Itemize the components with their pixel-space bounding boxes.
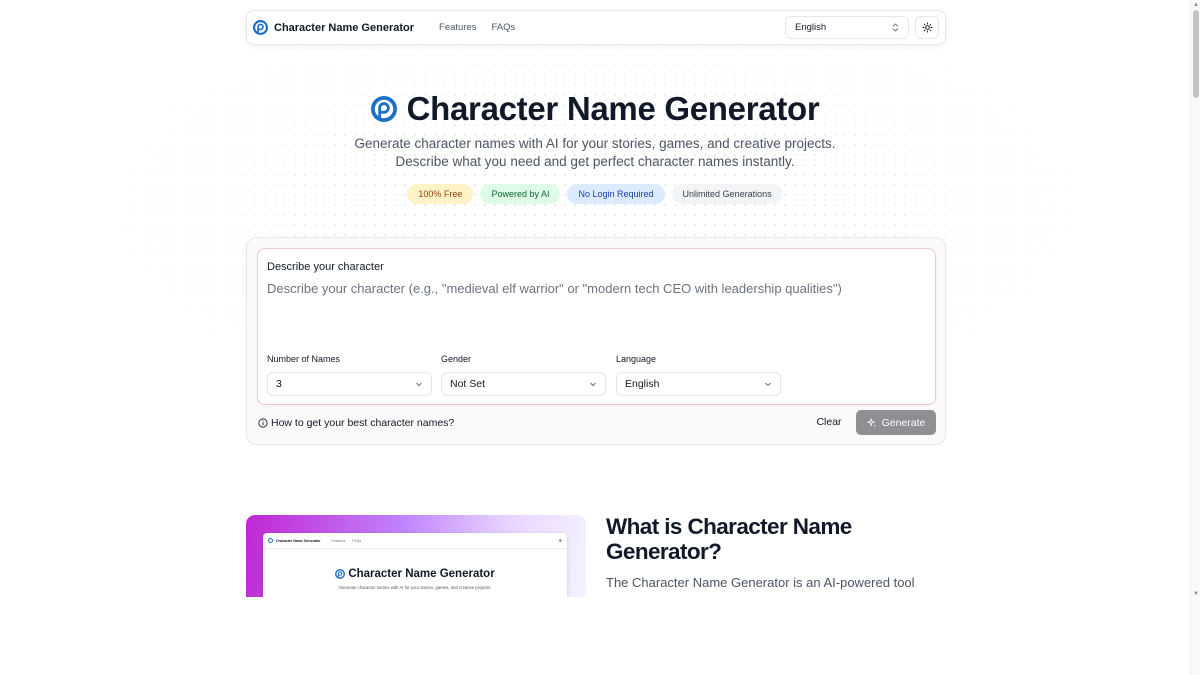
chevron-down-icon xyxy=(765,382,771,387)
chevron-down-icon xyxy=(416,382,422,387)
hero-subtitle-line1: Generate character names with AI for you… xyxy=(354,136,836,151)
badge-free: 100% Free xyxy=(407,184,474,204)
generate-button-label: Generate xyxy=(881,416,926,429)
logo-icon xyxy=(370,96,397,122)
about-description: The Character Name Generator is an AI-po… xyxy=(606,575,915,590)
brand-name: Character Name Generator xyxy=(274,21,415,34)
count-select[interactable]: 3 xyxy=(267,372,432,396)
theme-toggle-button[interactable] xyxy=(915,16,939,39)
top-navbar: Character Name Generator Features FAQs E… xyxy=(246,10,946,45)
preview-link-faqs: FAQs xyxy=(352,538,362,543)
language-output-select[interactable]: English xyxy=(616,372,781,396)
logo-icon xyxy=(268,538,273,543)
gender-field: Gender Not Set xyxy=(441,354,606,396)
language-field: Language English xyxy=(616,354,781,396)
preview-title: Character Name Generator xyxy=(263,568,567,580)
help-link[interactable]: How to get your best character names? xyxy=(258,417,454,429)
app-preview-image: Character Name Generator Features FAQs ✱… xyxy=(246,515,586,597)
gender-label: Gender xyxy=(441,354,472,364)
preview-window: Character Name Generator Features FAQs ✱… xyxy=(263,533,567,597)
badge-unlimited: Unlimited Generations xyxy=(671,184,783,204)
brand[interactable]: Character Name Generator xyxy=(253,20,414,35)
scrollbar-thumb[interactable] xyxy=(1193,10,1199,98)
hero-heading: Character Name Generator xyxy=(0,90,1190,128)
language-select[interactable]: English xyxy=(785,16,909,39)
about-heading: What is Character Name Generator? xyxy=(606,514,852,564)
badge-powered-by-ai: Powered by AI xyxy=(480,184,561,204)
generate-button[interactable]: Generate xyxy=(856,410,936,435)
preview-brand: Character Name Generator xyxy=(276,538,321,543)
language-output-value: English xyxy=(625,378,660,390)
generator-form: Describe your character Number of Names … xyxy=(257,248,936,405)
page-scrollbar[interactable]: ▲ ▼ xyxy=(1190,0,1200,675)
preview-link-features: Features xyxy=(331,538,346,543)
badge-no-login: No Login Required xyxy=(567,184,665,204)
character-description-input[interactable] xyxy=(267,281,927,341)
count-select-value: 3 xyxy=(276,378,282,390)
up-down-chevron-icon xyxy=(892,23,899,32)
gender-select-value: Not Set xyxy=(450,378,486,390)
scroll-down-arrow-icon[interactable]: ▼ xyxy=(1193,591,1199,597)
page-title: Character Name Generator xyxy=(406,90,820,127)
nav-link-features[interactable]: Features xyxy=(439,22,477,33)
info-icon xyxy=(258,418,268,428)
language-label: Language xyxy=(616,354,657,364)
feature-badges: 100% Free Powered by AI No Login Require… xyxy=(0,184,1190,204)
gender-select[interactable]: Not Set xyxy=(441,372,606,396)
count-field: Number of Names 3 xyxy=(267,354,432,396)
preview-navbar: Character Name Generator Features FAQs ✱ xyxy=(263,533,567,549)
hero-subtitle-line2: Describe what you need and get perfect c… xyxy=(395,154,795,169)
count-label: Number of Names xyxy=(267,354,341,364)
clear-button[interactable]: Clear xyxy=(807,410,851,434)
description-label: Describe your character xyxy=(267,261,384,273)
preview-theme-icon: ✱ xyxy=(558,538,562,543)
generator-card: Describe your character Number of Names … xyxy=(246,237,946,445)
nav-link-faqs[interactable]: FAQs xyxy=(492,22,516,33)
sun-icon xyxy=(921,22,933,33)
language-select-value: English xyxy=(795,22,827,33)
help-link-label: How to get your best character names? xyxy=(271,417,455,429)
scroll-up-arrow-icon[interactable]: ▲ xyxy=(1193,2,1199,8)
preview-subtitle: Generate character names with AI for you… xyxy=(338,585,492,590)
sparkles-icon xyxy=(866,417,876,427)
chevron-down-icon xyxy=(590,382,596,387)
logo-icon xyxy=(253,20,268,35)
logo-icon xyxy=(335,569,346,579)
preview-title-text: Character Name Generator xyxy=(348,568,495,580)
